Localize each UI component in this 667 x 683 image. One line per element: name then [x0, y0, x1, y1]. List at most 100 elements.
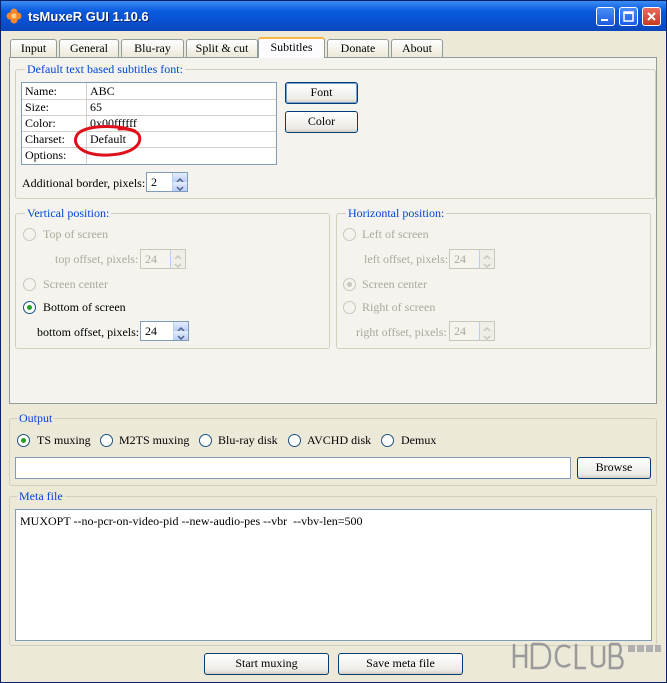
red-annotation-circle-icon — [74, 124, 142, 157]
start-muxing-button[interactable]: Start muxing — [204, 653, 329, 675]
radio-bottom-of-screen[interactable] — [23, 301, 36, 314]
bottom-offset-label: bottom offset, pixels: — [37, 325, 140, 339]
save-meta-file-button[interactable]: Save meta file — [338, 653, 463, 675]
grid-key: Charset: — [25, 132, 65, 146]
grid-key: Name: — [25, 84, 57, 98]
grid-key: Size: — [25, 100, 49, 114]
font-button[interactable]: Font — [285, 82, 358, 104]
left-offset-spinner[interactable]: 24 — [449, 249, 495, 269]
tab-about[interactable]: About — [391, 39, 443, 57]
output-legend: Output — [17, 411, 55, 426]
maximize-button[interactable] — [619, 7, 638, 26]
radio-demux[interactable] — [381, 434, 394, 447]
spin-down-button[interactable] — [479, 259, 494, 269]
spin-down-button[interactable] — [170, 259, 185, 269]
screen-center-vertical-label: Screen center — [43, 277, 108, 291]
tab-input[interactable]: Input — [10, 39, 57, 57]
top-offset-spinner[interactable]: 24 — [140, 249, 186, 269]
meta-file-text: MUXOPT --no-pcr-on-video-pid --new-audio… — [20, 514, 363, 528]
horizontal-position-legend: Horizontal position: — [346, 206, 447, 221]
bottom-of-screen-label: Bottom of screen — [43, 300, 126, 314]
vertical-position-legend: Vertical position: — [25, 206, 112, 221]
grid-row-options[interactable]: Options: — [22, 147, 276, 163]
right-offset-label: right offset, pixels: — [356, 325, 447, 339]
demux-label: Demux — [401, 433, 437, 447]
tab-split-cut[interactable]: Split & cut — [186, 39, 258, 57]
arrow-down-icon — [176, 186, 184, 192]
radio-ts-muxing[interactable] — [17, 434, 30, 447]
ts-muxing-label: TS muxing — [37, 433, 91, 447]
output-path-input[interactable] — [15, 457, 571, 479]
right-offset-spinner[interactable]: 24 — [449, 321, 495, 341]
top-of-screen-label: Top of screen — [43, 227, 109, 241]
radio-avchd-disk[interactable] — [288, 434, 301, 447]
left-offset-label: left offset, pixels: — [364, 252, 449, 266]
close-button[interactable] — [642, 7, 661, 26]
font-properties-grid[interactable]: Name: ABC Size: 65 Color: 0x00ffffff Cha… — [21, 82, 277, 165]
additional-border-label: Additional border, pixels: — [22, 176, 146, 190]
app-icon — [6, 8, 22, 24]
tab-blu-ray[interactable]: Blu-ray — [121, 39, 184, 57]
spinner-arrows[interactable] — [170, 250, 185, 269]
left-of-screen-label: Left of screen — [362, 227, 429, 241]
hdclub-watermark-logo — [512, 642, 661, 670]
grid-row-charset[interactable]: Charset: Default — [22, 131, 276, 148]
spin-up-button[interactable] — [479, 322, 494, 332]
spinner-arrows[interactable] — [172, 173, 187, 192]
right-of-screen-label: Right of screen — [362, 300, 436, 314]
radio-left-of-screen[interactable] — [343, 228, 356, 241]
m2ts-muxing-label: M2TS muxing — [119, 433, 190, 447]
radio-screen-center-horizontal[interactable] — [343, 278, 356, 291]
arrow-down-icon — [483, 335, 491, 341]
arrow-down-icon — [483, 263, 491, 269]
spinner-value: 24 — [454, 324, 466, 338]
grid-value: ABC — [90, 84, 115, 98]
spin-up-button[interactable] — [172, 173, 187, 183]
maximize-icon — [623, 11, 634, 22]
spinner-value: 24 — [145, 252, 157, 266]
meta-file-textarea[interactable]: MUXOPT --no-pcr-on-video-pid --new-audio… — [15, 509, 652, 641]
font-group-legend: Default text based subtitles font: — [25, 62, 185, 77]
grid-key: Color: — [25, 116, 56, 130]
tab-subtitles[interactable]: Subtitles — [258, 37, 325, 58]
radio-m2ts-muxing[interactable] — [100, 434, 113, 447]
spin-up-button[interactable] — [173, 322, 188, 332]
browse-button[interactable]: Browse — [577, 457, 651, 479]
spinner-value: 24 — [454, 252, 466, 266]
avchd-disk-label: AVCHD disk — [307, 433, 372, 447]
spin-up-button[interactable] — [479, 250, 494, 260]
spin-up-button[interactable] — [170, 250, 185, 260]
radio-top-of-screen[interactable] — [23, 228, 36, 241]
additional-border-spinner[interactable]: 2 — [146, 172, 188, 192]
arrow-down-icon — [174, 263, 182, 269]
blu-ray-disk-label: Blu-ray disk — [218, 433, 278, 447]
tab-general[interactable]: General — [59, 39, 119, 57]
spinner-value: 2 — [151, 175, 157, 189]
radio-blu-ray-disk[interactable] — [199, 434, 212, 447]
meta-file-legend: Meta file — [17, 489, 65, 504]
spinner-arrows[interactable] — [479, 322, 494, 341]
minimize-button[interactable] — [596, 7, 615, 26]
minimize-icon — [601, 19, 608, 21]
grid-row-color[interactable]: Color: 0x00ffffff — [22, 115, 276, 132]
top-offset-label: top offset, pixels: — [55, 252, 139, 266]
spin-down-button[interactable] — [172, 182, 187, 192]
color-button[interactable]: Color — [285, 111, 358, 133]
spinner-value: 24 — [145, 324, 157, 338]
grid-value: 65 — [90, 100, 102, 114]
arrow-down-icon — [177, 335, 185, 341]
spinner-arrows[interactable] — [479, 250, 494, 269]
radio-right-of-screen[interactable] — [343, 301, 356, 314]
title-bar[interactable]: tsMuxeR GUI 1.10.6 — [1, 1, 666, 31]
bottom-offset-spinner[interactable]: 24 — [140, 321, 189, 341]
grid-row-size[interactable]: Size: 65 — [22, 99, 276, 116]
radio-screen-center-vertical[interactable] — [23, 278, 36, 291]
spinner-arrows[interactable] — [173, 322, 188, 341]
tab-donate[interactable]: Donate — [327, 39, 389, 57]
spin-down-button[interactable] — [173, 331, 188, 341]
screen-center-horizontal-label: Screen center — [362, 277, 427, 291]
window-title: tsMuxeR GUI 1.10.6 — [28, 9, 149, 24]
spin-down-button[interactable] — [479, 331, 494, 341]
grid-row-name[interactable]: Name: ABC — [22, 83, 276, 100]
grid-key: Options: — [25, 148, 67, 162]
